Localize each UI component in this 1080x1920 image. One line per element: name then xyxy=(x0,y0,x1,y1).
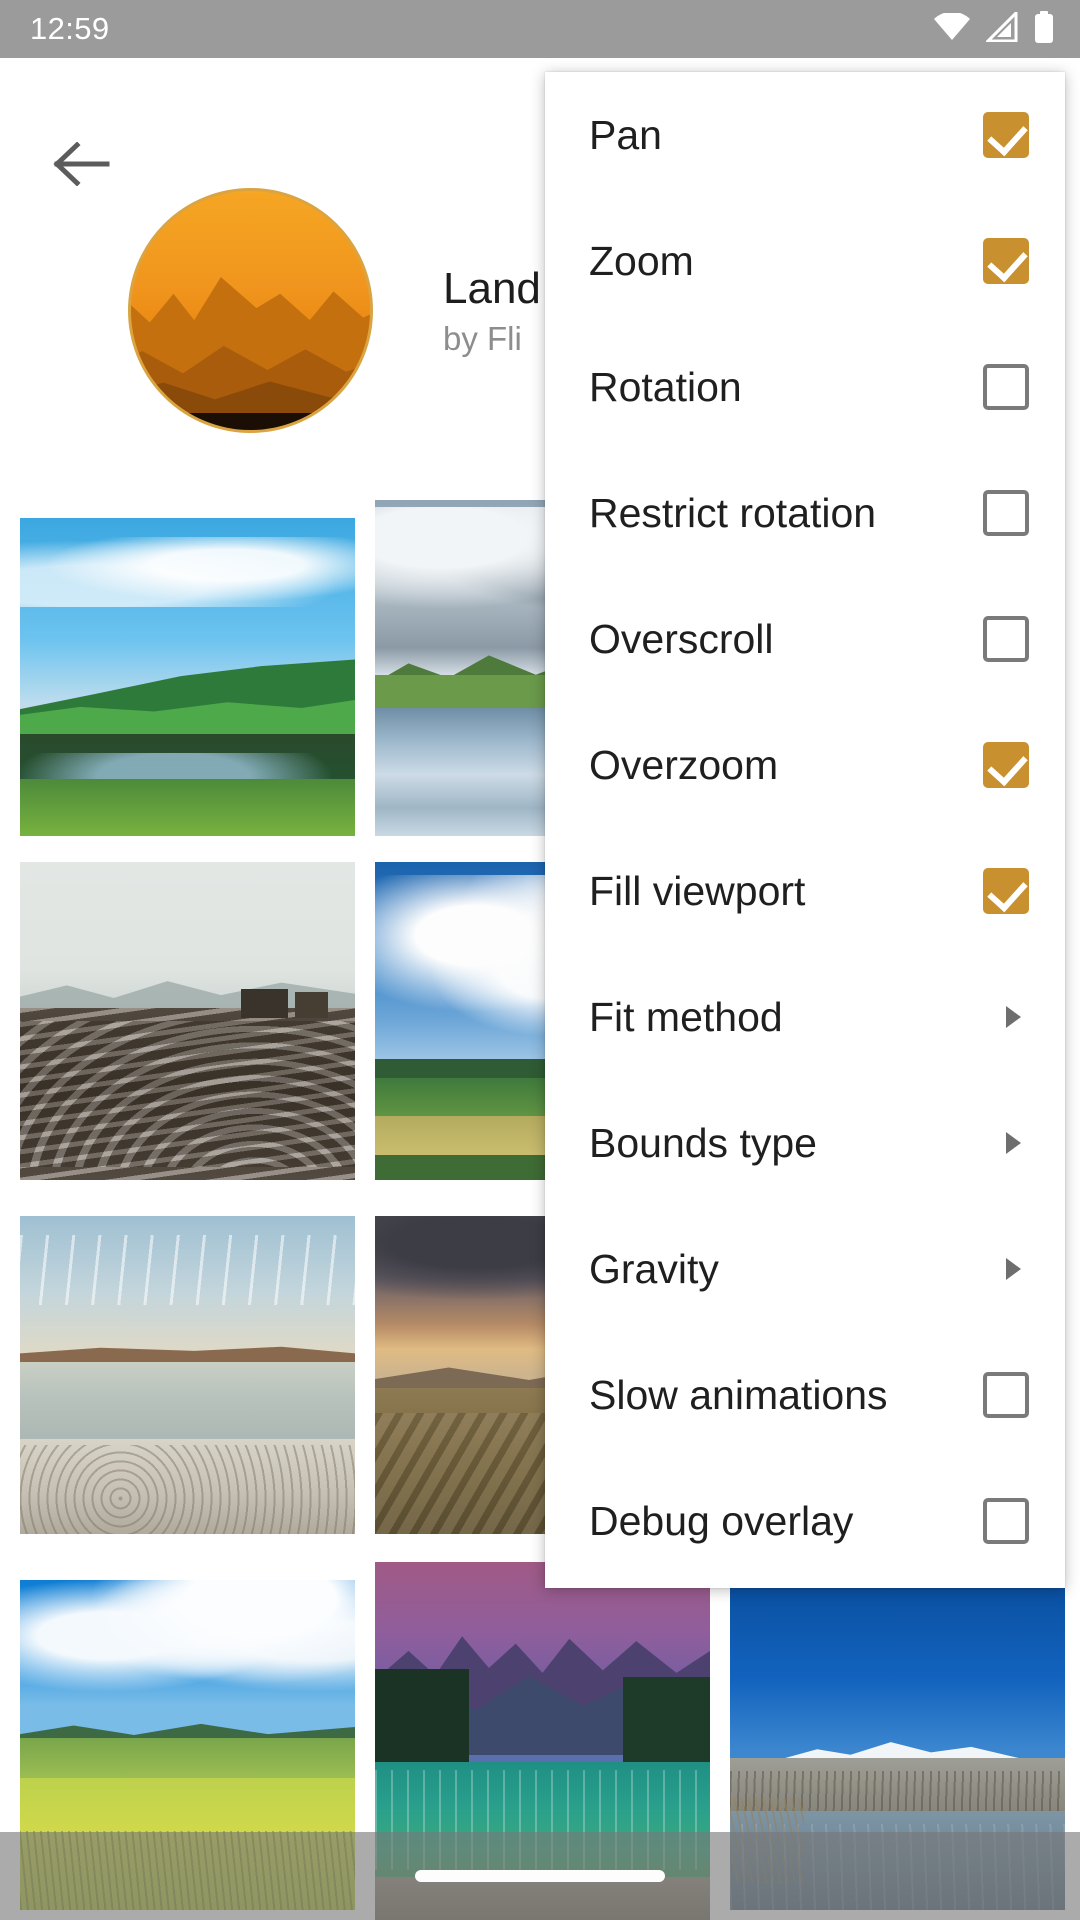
menu-item-gravity[interactable]: Gravity xyxy=(545,1206,1065,1332)
menu-item-label: Gravity xyxy=(589,1245,719,1292)
menu-item-overzoom[interactable]: Overzoom xyxy=(545,702,1065,828)
battery-icon xyxy=(1034,10,1054,48)
profile-text: Land by Fli xyxy=(443,264,541,358)
checkbox-rotation[interactable] xyxy=(983,364,1029,410)
menu-item-label: Pan xyxy=(589,111,662,158)
submenu-arrow-icon xyxy=(1006,1006,1021,1028)
menu-item-slow-animations[interactable]: Slow animations xyxy=(545,1332,1065,1458)
menu-item-label: Debug overlay xyxy=(589,1497,854,1544)
checkbox-restrict-rotation[interactable] xyxy=(983,490,1029,536)
menu-item-label: Fill viewport xyxy=(589,867,806,914)
submenu-arrow-icon xyxy=(1006,1132,1021,1154)
app-screen: 12:59 Land by Fli Pan Zoom Rotation Rest… xyxy=(0,0,1080,1920)
menu-item-fill-viewport[interactable]: Fill viewport xyxy=(545,828,1065,954)
checkbox-overzoom[interactable] xyxy=(983,742,1029,788)
photo-calm-shoreline-sunset[interactable] xyxy=(20,1216,355,1534)
photo-terraced-mine-hillside[interactable] xyxy=(20,862,355,1180)
menu-item-pan[interactable]: Pan xyxy=(545,72,1065,198)
options-popup-menu[interactable]: Pan Zoom Rotation Restrict rotation Overscro… xyxy=(545,72,1065,1588)
checkbox-overscroll[interactable] xyxy=(983,616,1029,662)
menu-item-label: Overzoom xyxy=(589,741,779,788)
menu-item-rotation[interactable]: Rotation xyxy=(545,324,1065,450)
menu-item-debug-overlay[interactable]: Debug overlay xyxy=(545,1458,1065,1584)
menu-item-label: Slow animations xyxy=(589,1371,888,1418)
menu-item-label: Zoom xyxy=(589,237,694,284)
page-subtitle: by Fli xyxy=(443,319,522,357)
menu-item-bounds-type[interactable]: Bounds type xyxy=(545,1080,1065,1206)
photo-river-forested-hill[interactable] xyxy=(20,518,355,836)
cellular-signal-icon xyxy=(984,8,1018,47)
status-icon-group xyxy=(934,8,1054,48)
menu-item-fit-method[interactable]: Fit method xyxy=(545,954,1065,1080)
wifi-icon xyxy=(934,11,970,46)
menu-item-label: Bounds type xyxy=(589,1119,817,1166)
back-arrow-icon xyxy=(53,140,111,191)
checkbox-debug-overlay[interactable] xyxy=(983,1498,1029,1544)
submenu-arrow-icon xyxy=(1006,1258,1021,1280)
avatar-foreground xyxy=(131,413,370,430)
system-navigation-bar xyxy=(0,1832,1080,1920)
menu-item-label: Restrict rotation xyxy=(589,489,877,536)
checkbox-slow-animations[interactable] xyxy=(983,1372,1029,1418)
menu-item-label: Rotation xyxy=(589,363,742,410)
home-gesture-pill[interactable] xyxy=(415,1870,665,1882)
menu-item-zoom[interactable]: Zoom xyxy=(545,198,1065,324)
checkbox-pan[interactable] xyxy=(983,112,1029,158)
status-bar: 12:59 xyxy=(0,0,1080,58)
checkbox-zoom[interactable] xyxy=(983,238,1029,284)
menu-item-label: Overscroll xyxy=(589,615,774,662)
menu-item-label: Fit method xyxy=(589,993,783,1040)
checkbox-fill-viewport[interactable] xyxy=(983,868,1029,914)
avatar[interactable] xyxy=(128,188,373,433)
menu-item-overscroll[interactable]: Overscroll xyxy=(545,576,1065,702)
page-title: Land xyxy=(443,263,541,313)
status-clock: 12:59 xyxy=(30,11,110,46)
menu-item-restrict-rotation[interactable]: Restrict rotation xyxy=(545,450,1065,576)
